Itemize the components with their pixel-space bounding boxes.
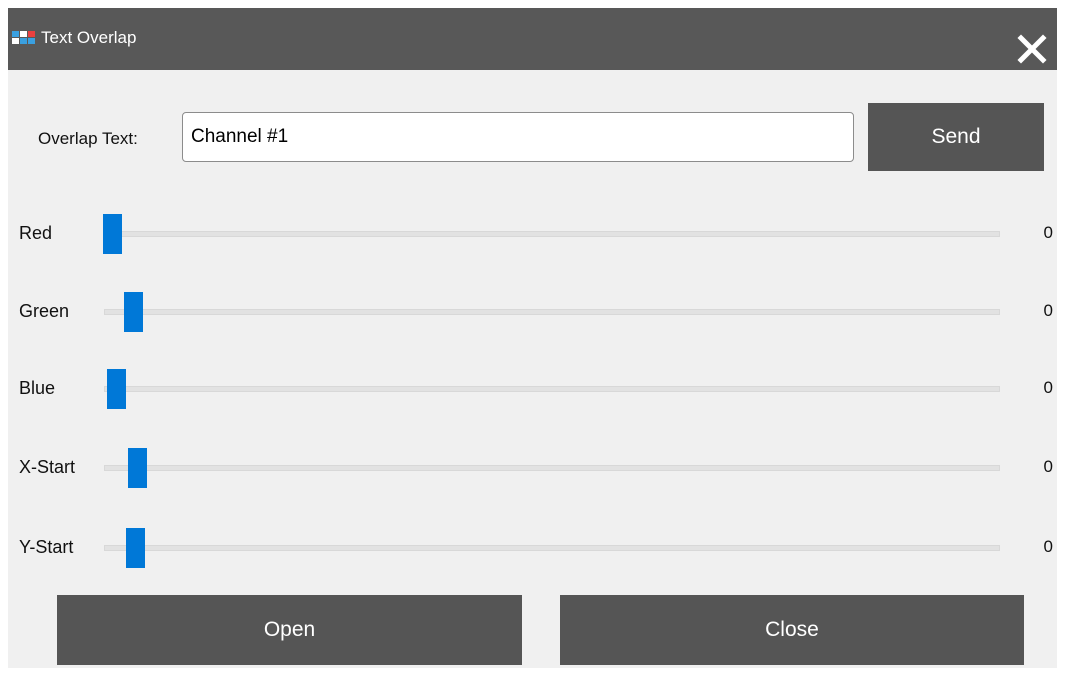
slider-thumb-x-start[interactable] <box>128 448 147 488</box>
close-button[interactable]: Close <box>560 595 1024 665</box>
slider-value-x-start: 0 <box>1043 457 1053 476</box>
slider-value-blue: 0 <box>1043 378 1053 397</box>
slider-thumb-red[interactable] <box>103 214 122 254</box>
slider-value-green: 0 <box>1043 301 1053 320</box>
page: Text Overlap Overlap Text: Send Red 0 Gr… <box>0 0 1065 676</box>
slider-thumb-y-start[interactable] <box>126 528 145 568</box>
slider-label-blue: Blue <box>19 378 56 398</box>
slider-track-blue[interactable] <box>104 386 1000 392</box>
overlap-text-input[interactable] <box>182 112 854 162</box>
close-icon[interactable] <box>1017 34 1047 64</box>
slider-thumb-green[interactable] <box>124 292 143 332</box>
slider-row-x-start: X-Start 0 <box>8 448 1057 488</box>
slider-track-y-start[interactable] <box>104 545 1000 551</box>
slider-track-green[interactable] <box>104 309 1000 315</box>
slider-track-red[interactable] <box>104 231 1000 237</box>
window-title: Text Overlap <box>41 28 137 47</box>
open-button[interactable]: Open <box>57 595 522 665</box>
slider-label-x-start: X-Start <box>19 457 76 477</box>
slider-row-y-start: Y-Start 0 <box>8 528 1057 568</box>
slider-label-red: Red <box>19 223 53 243</box>
text-overlap-window: Text Overlap Overlap Text: Send Red 0 Gr… <box>8 8 1057 668</box>
slider-row-green: Green 0 <box>8 292 1057 332</box>
slider-value-red: 0 <box>1043 223 1053 242</box>
slider-value-y-start: 0 <box>1043 537 1053 556</box>
title-bar[interactable]: Text Overlap <box>8 8 1057 70</box>
slider-row-blue: Blue 0 <box>8 369 1057 409</box>
app-icon <box>12 31 35 44</box>
slider-thumb-blue[interactable] <box>107 369 126 409</box>
slider-label-green: Green <box>19 301 70 321</box>
send-button[interactable]: Send <box>868 103 1044 171</box>
overlap-text-label: Overlap Text: <box>38 129 138 148</box>
slider-track-x-start[interactable] <box>104 465 1000 471</box>
slider-row-red: Red 0 <box>8 214 1057 254</box>
slider-label-y-start: Y-Start <box>19 537 74 557</box>
